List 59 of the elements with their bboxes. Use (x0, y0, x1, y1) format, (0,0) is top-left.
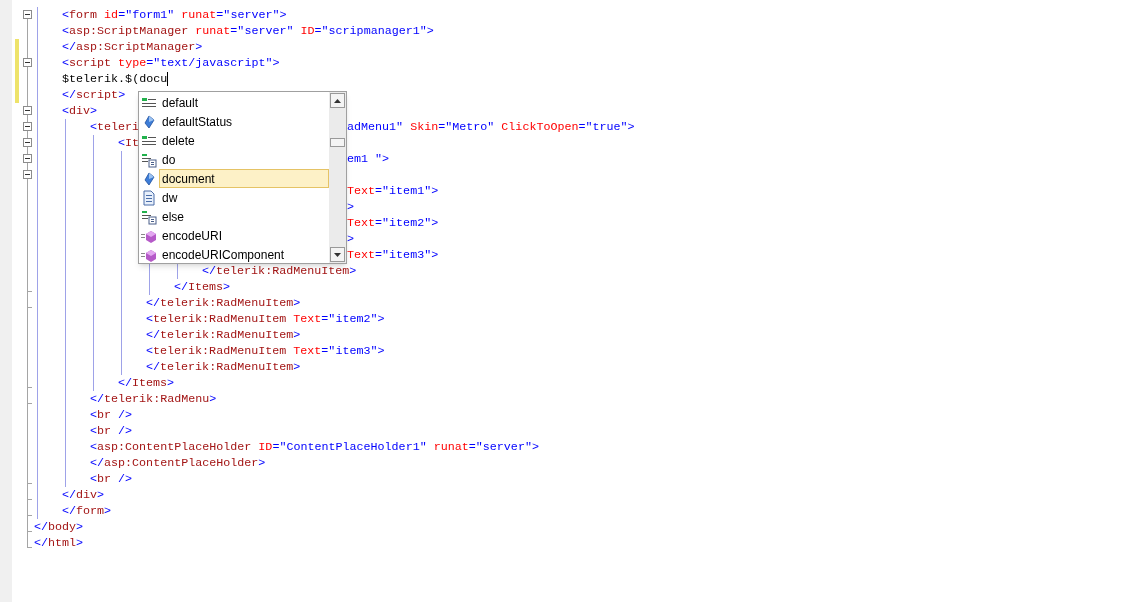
code-line: <script type="text/javascript"> (62, 55, 280, 71)
up-arrow-icon (334, 98, 341, 103)
scroll-up-button[interactable] (330, 93, 345, 108)
code-line: <asp:ScriptManager runat="server" ID="scripmanager1"> (62, 23, 434, 39)
code-line: <asp:ContentPlaceHolder ID="ContentPlaceHolder1" runat="server"> (90, 439, 539, 455)
scrollbar[interactable] (329, 92, 346, 263)
scroll-thumb[interactable] (330, 138, 345, 147)
completion-item[interactable]: document (159, 169, 329, 188)
snippet-icon (141, 208, 157, 225)
collapse-icon[interactable] (23, 170, 32, 179)
snippet-icon (141, 151, 157, 168)
code-line: <teleri (90, 119, 140, 135)
code-line: </telerik:RadMenu> (90, 391, 217, 407)
completion-item[interactable]: dw (159, 188, 329, 207)
code-line: </asp:ContentPlaceHolder> (90, 455, 266, 471)
code-line: em1 "> (347, 151, 390, 167)
code-line: </body> (34, 519, 84, 535)
code-line: </Items> (174, 279, 231, 295)
collapse-icon[interactable] (23, 138, 32, 147)
collapse-icon[interactable] (23, 154, 32, 163)
code-line: </telerik:RadMenuItem> (146, 327, 301, 343)
code-line: <It (118, 135, 140, 151)
code-line: $telerik.$(docu (62, 71, 168, 87)
code-line: Text="item2"> (347, 215, 439, 231)
code-line: Text="item1"> (347, 183, 439, 199)
code-line: </asp:ScriptManager> (62, 39, 203, 55)
code-line: Text="item3"> (347, 247, 439, 263)
code-line: <br /> (90, 407, 133, 423)
collapse-icon[interactable] (23, 122, 32, 131)
down-arrow-icon (334, 252, 341, 257)
code-line: <br /> (90, 471, 133, 487)
code-line: > (347, 231, 354, 247)
code-line: > (347, 199, 354, 215)
completion-item[interactable]: do (159, 150, 329, 169)
code-line: </telerik:RadMenuItem> (146, 359, 301, 375)
code-line: </form> (62, 503, 112, 519)
code-line: <div> (62, 103, 98, 119)
code-line: </Items> (118, 375, 175, 391)
code-line: </html> (34, 535, 84, 551)
completion-item[interactable]: default (159, 93, 329, 112)
completion-item[interactable]: defaultStatus (159, 112, 329, 131)
completion-item[interactable]: encodeURIComponent (159, 245, 329, 264)
completion-item[interactable]: encodeURI (159, 226, 329, 245)
collapse-icon[interactable] (23, 10, 32, 19)
code-line: <telerik:RadMenuItem Text="item3"> (146, 343, 385, 359)
collapse-icon[interactable] (23, 106, 32, 115)
code-line: </telerik:RadMenuItem> (202, 263, 357, 279)
code-line: </script> (62, 87, 126, 103)
scroll-down-button[interactable] (330, 247, 345, 262)
code-line: <telerik:RadMenuItem Text="item2"> (146, 311, 385, 327)
collapse-icon[interactable] (23, 58, 32, 67)
code-line: adMenu1" Skin="Metro" ClickToOpen="true"> (347, 119, 635, 135)
document-icon (141, 189, 157, 206)
code-line: </telerik:RadMenuItem> (146, 295, 301, 311)
completion-item[interactable]: else (159, 207, 329, 226)
code-line: </div> (62, 487, 105, 503)
code-line: <form id="form1" runat="server"> (62, 7, 287, 23)
completion-item[interactable]: delete (159, 131, 329, 150)
code-line: <br /> (90, 423, 133, 439)
